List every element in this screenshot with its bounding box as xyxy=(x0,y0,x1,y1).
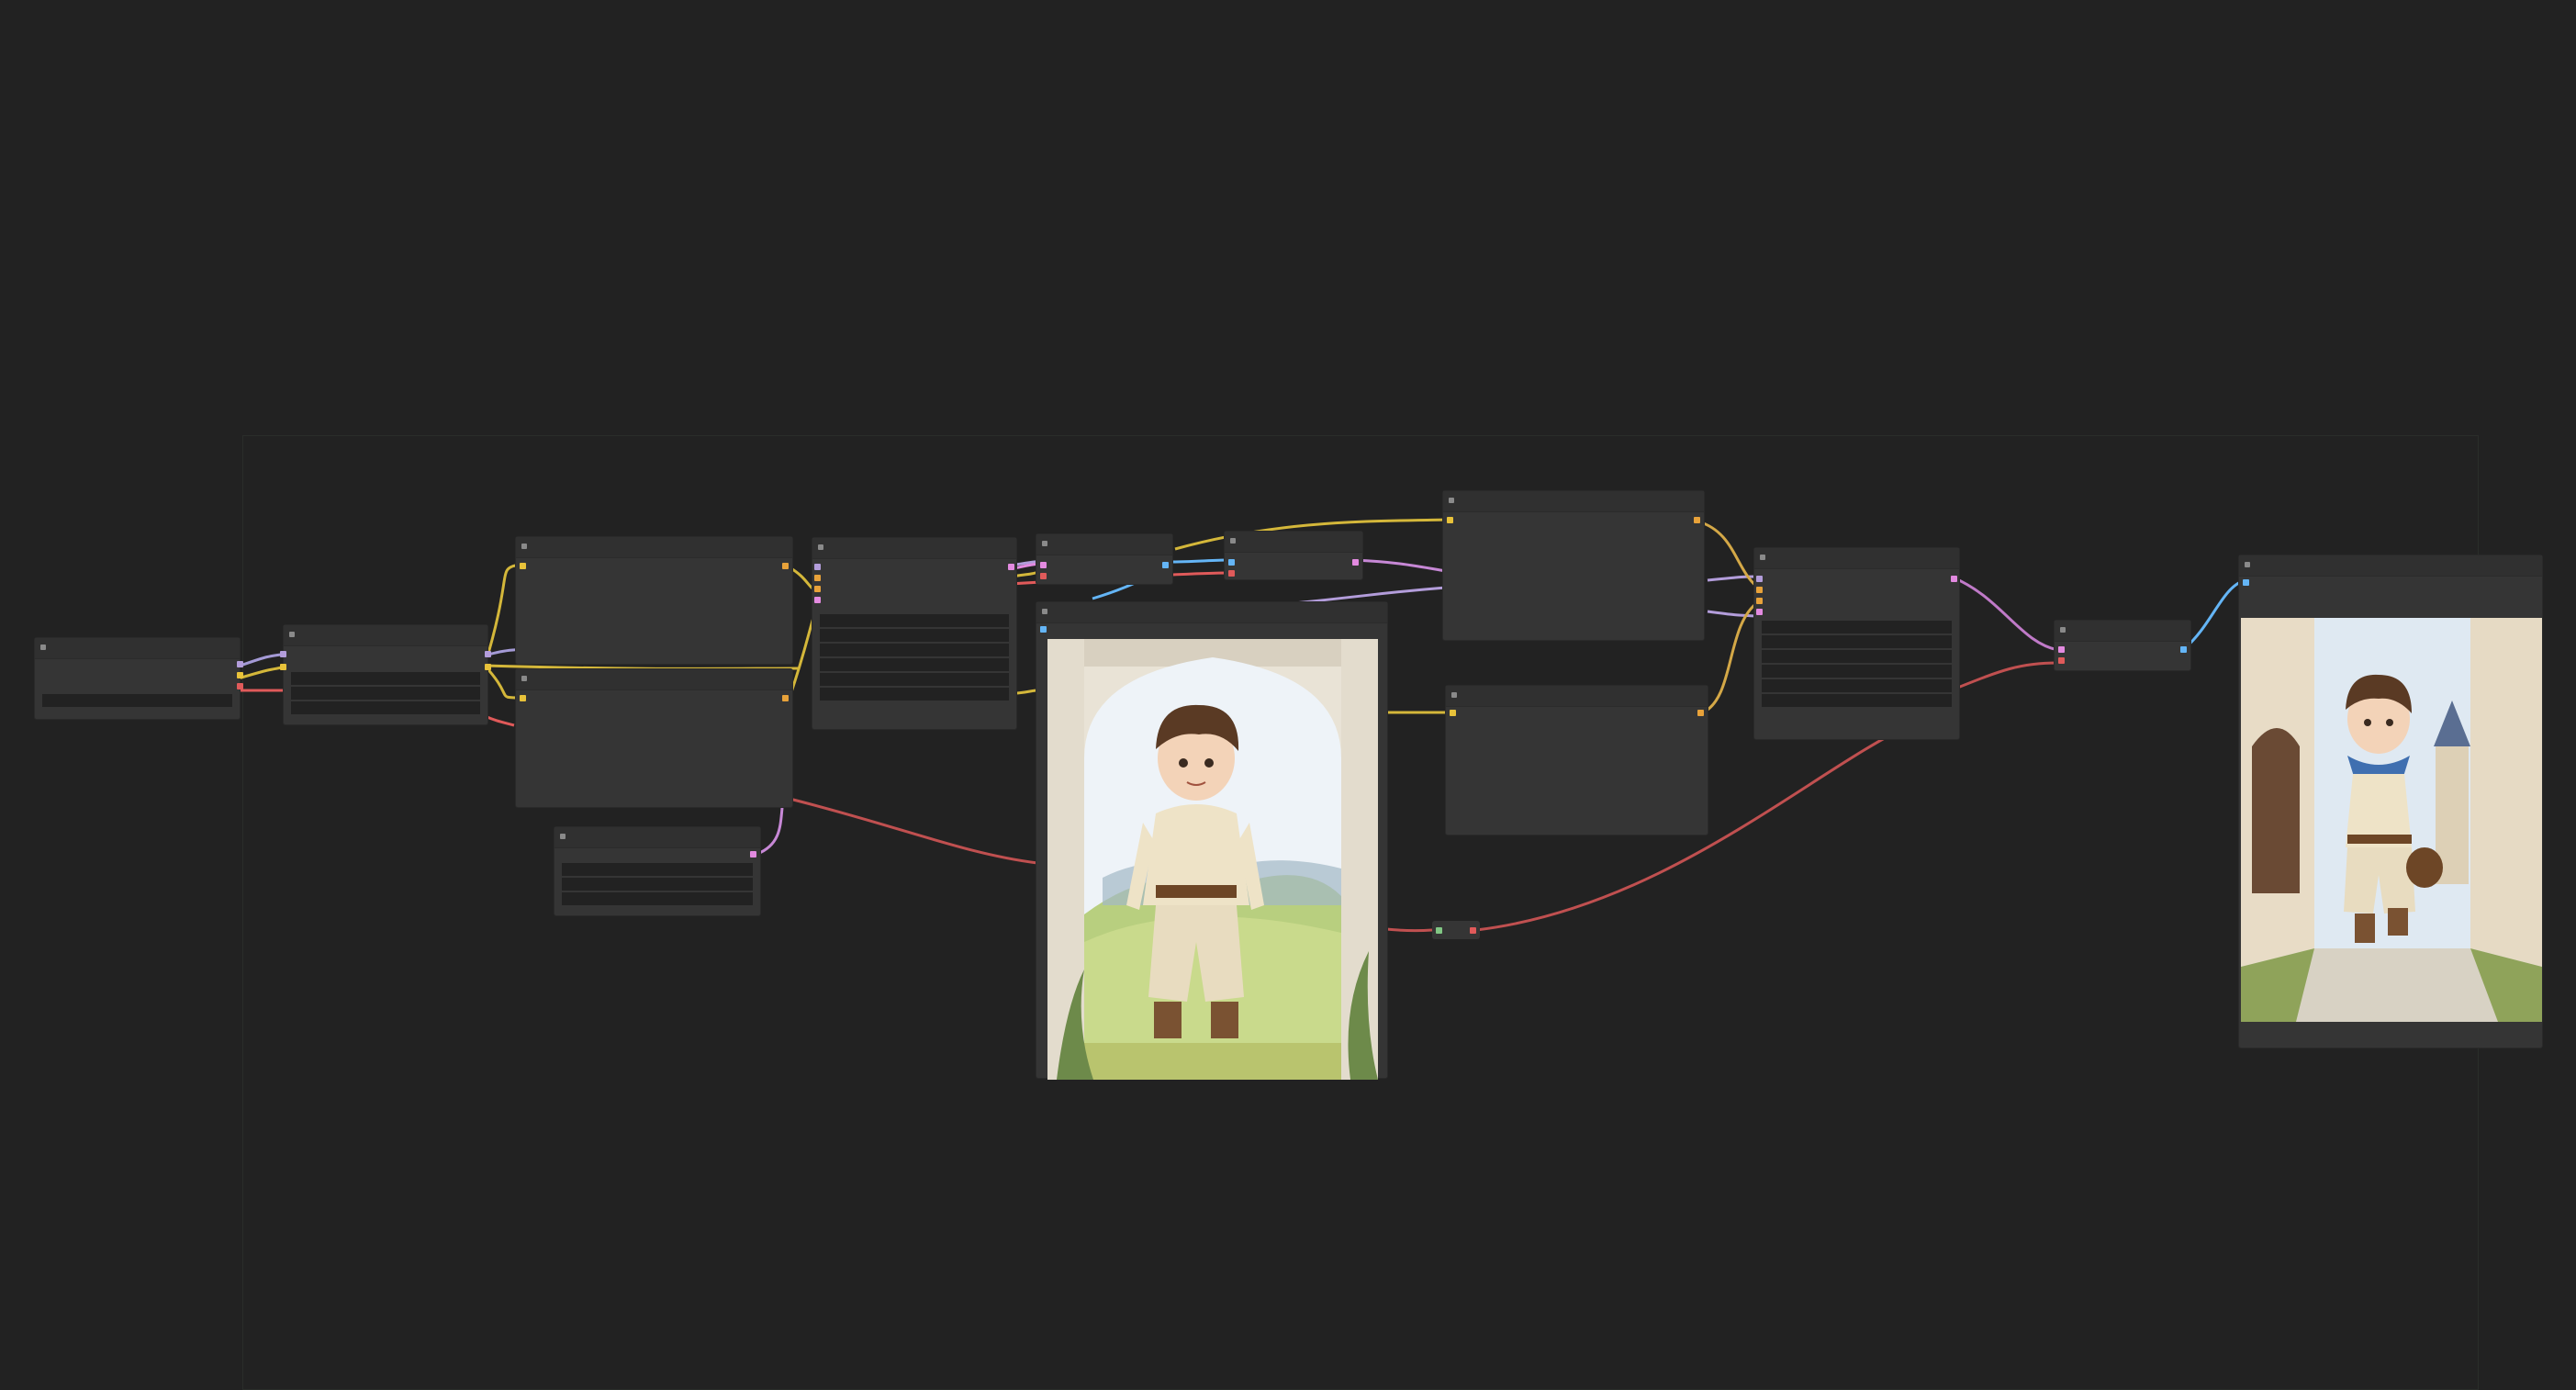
input-slot-conditioning[interactable] xyxy=(1447,517,1453,523)
seed-widget[interactable] xyxy=(1762,621,1952,635)
cfg-widget[interactable] xyxy=(1762,665,1952,679)
input-image-preview xyxy=(1047,639,1378,1080)
input-slot-images[interactable] xyxy=(2243,579,2249,586)
collapse-dot-icon[interactable] xyxy=(521,676,527,681)
checkpoint-combo-widget[interactable] xyxy=(42,694,232,709)
input-slot-clip[interactable] xyxy=(520,695,526,701)
output-slot-conditioning[interactable] xyxy=(782,563,789,569)
load-image-node[interactable] xyxy=(1036,601,1388,1080)
conditioning-combine-node[interactable] xyxy=(1442,490,1705,641)
steps-widget[interactable] xyxy=(820,644,1009,658)
sampler-name-widget[interactable] xyxy=(820,673,1009,688)
input-slot-clip[interactable] xyxy=(520,563,526,569)
save-image-node[interactable] xyxy=(2238,555,2543,1048)
strength-clip-widget[interactable] xyxy=(291,701,480,716)
ksampler-refine-node[interactable] xyxy=(1753,547,1960,740)
model-name-widget[interactable] xyxy=(562,863,753,878)
input-slot-conditioning[interactable] xyxy=(1450,710,1456,716)
input-slot-model[interactable] xyxy=(280,651,286,657)
lora-name-widget[interactable] xyxy=(291,672,480,687)
output-slot-latent[interactable] xyxy=(1951,576,1957,582)
controlnet-apply-node[interactable] xyxy=(1445,685,1708,835)
input-slot-positive[interactable] xyxy=(1756,587,1763,593)
vae-decode-node[interactable] xyxy=(2054,620,2191,671)
scheduler-widget[interactable] xyxy=(1762,694,1952,709)
cfg-widget[interactable] xyxy=(820,658,1009,673)
collapse-dot-icon[interactable] xyxy=(289,632,295,637)
input-slot-latent[interactable] xyxy=(814,597,821,603)
collapse-dot-icon[interactable] xyxy=(1230,538,1236,544)
output-slot[interactable] xyxy=(1470,927,1476,934)
collapse-dot-icon[interactable] xyxy=(1042,609,1047,614)
setting-widget[interactable] xyxy=(562,892,753,907)
collapse-dot-icon[interactable] xyxy=(818,544,823,550)
input-slot-clip[interactable] xyxy=(280,664,286,670)
collapse-dot-icon[interactable] xyxy=(40,645,46,650)
upscale-model-loader-node[interactable] xyxy=(554,826,761,916)
reroute-node[interactable] xyxy=(1432,921,1480,939)
checkpoint-loader-node[interactable] xyxy=(34,637,243,720)
input-slot-vae[interactable] xyxy=(2058,657,2065,664)
input-slot-samples[interactable] xyxy=(2058,646,2065,653)
output-image-preview xyxy=(2241,618,2542,1022)
node-graph-canvas[interactable] xyxy=(0,0,2576,1390)
boy-walking-village-street-illustration xyxy=(2241,618,2542,1022)
output-slot-latent[interactable] xyxy=(1162,562,1169,568)
input-slot-model[interactable] xyxy=(1756,576,1763,582)
output-slot-clip[interactable] xyxy=(237,672,243,678)
collapse-dot-icon[interactable] xyxy=(560,834,566,839)
collapse-dot-icon[interactable] xyxy=(1760,555,1765,560)
output-slot-conditioning[interactable] xyxy=(1694,517,1700,523)
input-slot-model[interactable] xyxy=(814,564,821,570)
clip-vision-encode-node[interactable] xyxy=(1224,531,1363,580)
input-slot-negative[interactable] xyxy=(814,586,821,592)
setting-widget[interactable] xyxy=(562,878,753,892)
collapse-dot-icon[interactable] xyxy=(1451,692,1457,698)
output-slot-latent[interactable] xyxy=(1352,559,1359,566)
output-slot-latent[interactable] xyxy=(750,851,756,858)
output-slot-image[interactable] xyxy=(1040,626,1047,633)
control-after-generate-widget[interactable] xyxy=(1762,635,1952,650)
negative-prompt-node[interactable] xyxy=(515,668,793,808)
collapse-dot-icon[interactable] xyxy=(2060,627,2066,633)
input-slot-pixels[interactable] xyxy=(1040,562,1047,568)
output-slot-clip[interactable] xyxy=(485,664,491,670)
collapse-dot-icon[interactable] xyxy=(2245,562,2250,567)
strength-model-widget[interactable] xyxy=(291,687,480,701)
input-slot-latent[interactable] xyxy=(1756,609,1763,615)
input-slot[interactable] xyxy=(1436,927,1442,934)
control-after-generate-widget[interactable] xyxy=(820,629,1009,644)
input-slot-vae[interactable] xyxy=(1228,570,1235,577)
vae-encode-node[interactable] xyxy=(1036,533,1173,585)
boy-in-archway-illustration xyxy=(1047,639,1378,1080)
lora-loader-node[interactable] xyxy=(280,624,491,725)
collapse-dot-icon[interactable] xyxy=(1449,498,1454,503)
positive-prompt-node[interactable] xyxy=(515,536,793,665)
input-slot-vae[interactable] xyxy=(1040,573,1047,579)
ksampler-node[interactable] xyxy=(812,537,1017,730)
scheduler-widget[interactable] xyxy=(820,688,1009,702)
output-slot-vae[interactable] xyxy=(237,683,243,689)
output-slot-image[interactable] xyxy=(2180,646,2187,653)
output-slot-latent[interactable] xyxy=(1008,564,1014,570)
sampler-name-widget[interactable] xyxy=(1762,679,1952,694)
input-slot-image[interactable] xyxy=(1228,559,1235,566)
output-slot-conditioning[interactable] xyxy=(1697,710,1704,716)
input-slot-positive[interactable] xyxy=(814,575,821,581)
collapse-dot-icon[interactable] xyxy=(521,544,527,549)
output-slot-conditioning[interactable] xyxy=(782,695,789,701)
collapse-dot-icon[interactable] xyxy=(1042,541,1047,546)
steps-widget[interactable] xyxy=(1762,650,1952,665)
input-slot-negative[interactable] xyxy=(1756,598,1763,604)
output-slot-model[interactable] xyxy=(237,661,243,667)
output-slot-model[interactable] xyxy=(485,651,491,657)
seed-widget[interactable] xyxy=(820,614,1009,629)
